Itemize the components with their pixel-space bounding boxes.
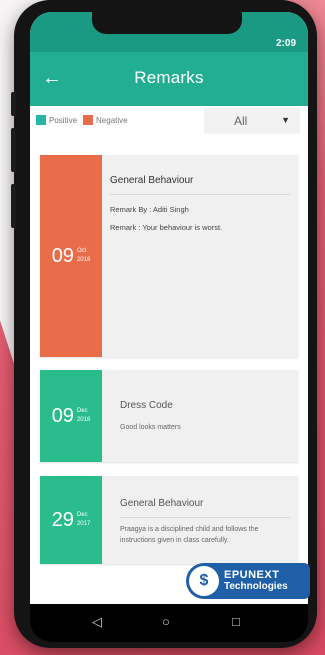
page-title: Remarks: [134, 68, 204, 87]
legend: Positive Negative: [36, 115, 128, 125]
positive-swatch: [36, 115, 46, 125]
divider: [120, 517, 290, 518]
nav-recents-icon[interactable]: □: [232, 614, 240, 629]
legend-positive-label: Positive: [49, 115, 78, 125]
remark-day: 09: [51, 404, 74, 427]
remark-month: Oct: [76, 248, 87, 254]
phone-side-button: [11, 184, 16, 228]
nav-back-icon[interactable]: ◁: [92, 614, 102, 630]
remark-date: 09 Oct 2018: [40, 155, 102, 357]
remark-by: Remark By : Aditi Singh: [110, 205, 189, 214]
nav-home-icon[interactable]: ○: [162, 614, 170, 629]
divider: [110, 194, 290, 195]
remark-day: 09: [51, 244, 74, 267]
phone-side-button: [11, 128, 16, 172]
remark-title: General Behaviour: [110, 175, 194, 186]
remark-year: 2018: [76, 417, 91, 423]
logo-line-2: Technologies: [224, 581, 288, 592]
remark-filter-dropdown[interactable]: All ▼: [204, 108, 300, 134]
remark-text: Good looks matters: [120, 424, 181, 431]
phone-screen: 2:09 ← Remarks Positive Negative All ▼ 0…: [30, 12, 308, 604]
remark-card[interactable]: 09 Dec 2018 Dress Code Good looks matter…: [40, 370, 298, 462]
negative-swatch: [83, 115, 94, 125]
phone-side-button: [11, 92, 16, 116]
caret-down-icon: ▼: [281, 115, 290, 125]
remark-text: Remark : Your behaviour is worst.: [110, 223, 223, 232]
remark-month: Dec: [76, 408, 88, 414]
remark-year: 2018: [76, 257, 91, 263]
remark-date: 09 Dec 2018: [40, 370, 102, 462]
camera-notch: [92, 12, 242, 34]
filter-value: All: [234, 114, 248, 128]
watermark-logo: $ EPUNEXT Technologies: [186, 563, 310, 599]
remark-title: Dress Code: [120, 400, 173, 411]
remark-date: 29 Dec 2017: [40, 476, 102, 564]
remark-text: Praagya is a disciplined child and follo…: [120, 526, 259, 544]
status-time: 2:09: [275, 38, 296, 49]
remark-title: General Behaviour: [120, 498, 204, 509]
logo-line-1: EPUNEXT: [224, 569, 280, 581]
status-bar: 2:09: [30, 12, 308, 52]
remark-month: Dec: [76, 512, 88, 518]
remark-card[interactable]: 09 Oct 2018 General Behaviour Remark By …: [40, 155, 298, 357]
app-bar: ← Remarks: [30, 52, 308, 106]
android-nav-bar: ◁ ○ □: [30, 604, 308, 642]
logo-icon: $: [189, 566, 219, 596]
remark-day: 29: [51, 508, 74, 531]
legend-negative-label: Negative: [96, 115, 128, 125]
remark-card[interactable]: 29 Dec 2017 General Behaviour Praagya is…: [40, 476, 298, 564]
remark-year: 2017: [76, 521, 91, 527]
